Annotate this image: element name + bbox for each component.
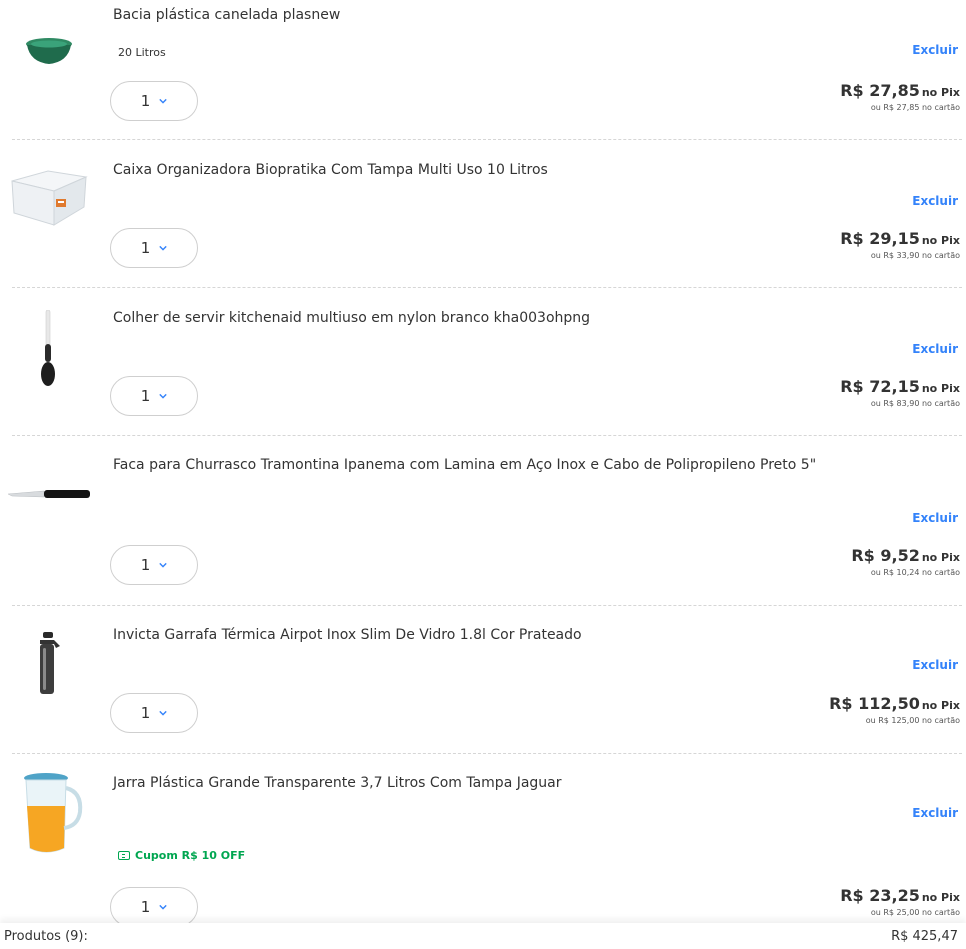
price-block: R$ 112,50 no Pix ou R$ 125,00 no cartão [829,694,960,725]
coupon-label: Cupom R$ 10 OFF [135,849,246,862]
product-variant: 20 Litros [118,46,166,59]
remove-button[interactable]: Excluir [912,511,958,525]
products-count-label: Produtos (9): [4,929,88,944]
cart-item: Colher de servir kitchenaid multiuso em … [0,288,966,436]
products-total: R$ 425,47 [891,929,958,944]
quantity-selector[interactable]: 1 [110,545,198,585]
quantity-value: 1 [140,387,151,405]
cart-item: Bacia plástica canelada plasnew 20 Litro… [0,0,966,140]
pix-price: R$ 29,15 [840,229,920,248]
cart-item: Faca para Churrasco Tramontina Ipanema c… [0,436,966,606]
product-title[interactable]: Colher de servir kitchenaid multiuso em … [113,308,953,328]
product-title[interactable]: Caixa Organizadora Biopratika Com Tampa … [113,160,953,180]
product-title[interactable]: Jarra Plástica Grande Transparente 3,7 L… [113,773,953,793]
price-block: R$ 29,15 no Pix ou R$ 33,90 no cartão [840,229,960,260]
product-title[interactable]: Bacia plástica canelada plasnew [113,5,953,25]
quantity-selector[interactable]: 1 [110,228,198,268]
pix-price: R$ 27,85 [840,81,920,100]
card-price: ou R$ 27,85 no cartão [870,103,960,112]
price-block: R$ 27,85 no Pix ou R$ 27,85 no cartão [840,81,960,112]
quantity-selector[interactable]: 1 [110,376,198,416]
knife-icon[interactable] [7,486,92,505]
quantity-value: 1 [140,239,151,257]
chevron-down-icon [159,245,167,251]
pix-label: no Pix [921,86,960,99]
card-price: ou R$ 33,90 no cartão [870,251,960,260]
chevron-down-icon [159,710,167,716]
price-block: R$ 72,15 no Pix ou R$ 83,90 no cartão [840,377,960,408]
product-title[interactable]: Invicta Garrafa Térmica Airpot Inox Slim… [113,625,953,645]
pitcher-icon[interactable] [22,772,86,862]
quantity-selector[interactable]: 1 [110,887,198,927]
remove-button[interactable]: Excluir [912,658,958,672]
pix-label: no Pix [921,891,960,904]
spoon-icon[interactable] [36,309,60,394]
quantity-selector[interactable]: 1 [110,693,198,733]
cart-item: Caixa Organizadora Biopratika Com Tampa … [0,140,966,288]
remove-button[interactable]: Excluir [912,342,958,356]
card-price: ou R$ 83,90 no cartão [870,399,960,408]
card-price: ou R$ 25,00 no cartão [870,908,960,917]
card-price: ou R$ 125,00 no cartão [865,716,960,725]
quantity-value: 1 [140,704,151,722]
green-basin-icon[interactable] [24,36,74,72]
pix-label: no Pix [921,234,960,247]
price-block: R$ 23,25 no Pix ou R$ 25,00 no cartão [840,886,960,917]
pix-label: no Pix [921,551,960,564]
remove-button[interactable]: Excluir [912,43,958,57]
storage-box-icon[interactable] [8,163,90,233]
pix-price: R$ 72,15 [840,377,920,396]
pix-price: R$ 112,50 [829,694,920,713]
chevron-down-icon [159,904,167,910]
price-block: R$ 9,52 no Pix ou R$ 10,24 no cartão [851,546,960,577]
quantity-value: 1 [140,556,151,574]
coupon-badge[interactable]: Cupom R$ 10 OFF [118,849,245,862]
quantity-selector[interactable]: 1 [110,81,198,121]
card-price: ou R$ 10,24 no cartão [870,568,960,577]
chevron-down-icon [159,98,167,104]
remove-button[interactable]: Excluir [912,194,958,208]
remove-button[interactable]: Excluir [912,806,958,820]
product-title[interactable]: Faca para Churrasco Tramontina Ipanema c… [113,455,953,475]
cart-summary-bar: Produtos (9): R$ 425,47 [0,923,966,949]
pix-price: R$ 23,25 [840,886,920,905]
chevron-down-icon [159,562,167,568]
cart-item: Invicta Garrafa Térmica Airpot Inox Slim… [0,606,966,754]
quantity-value: 1 [140,92,151,110]
thermos-icon[interactable] [34,632,62,700]
chevron-down-icon [159,393,167,399]
pix-label: no Pix [921,382,960,395]
cart-item: Jarra Plástica Grande Transparente 3,7 L… [0,754,966,927]
pix-label: no Pix [921,699,960,712]
pix-price: R$ 9,52 [851,546,920,565]
quantity-value: 1 [140,898,151,916]
coupon-icon [118,851,130,860]
